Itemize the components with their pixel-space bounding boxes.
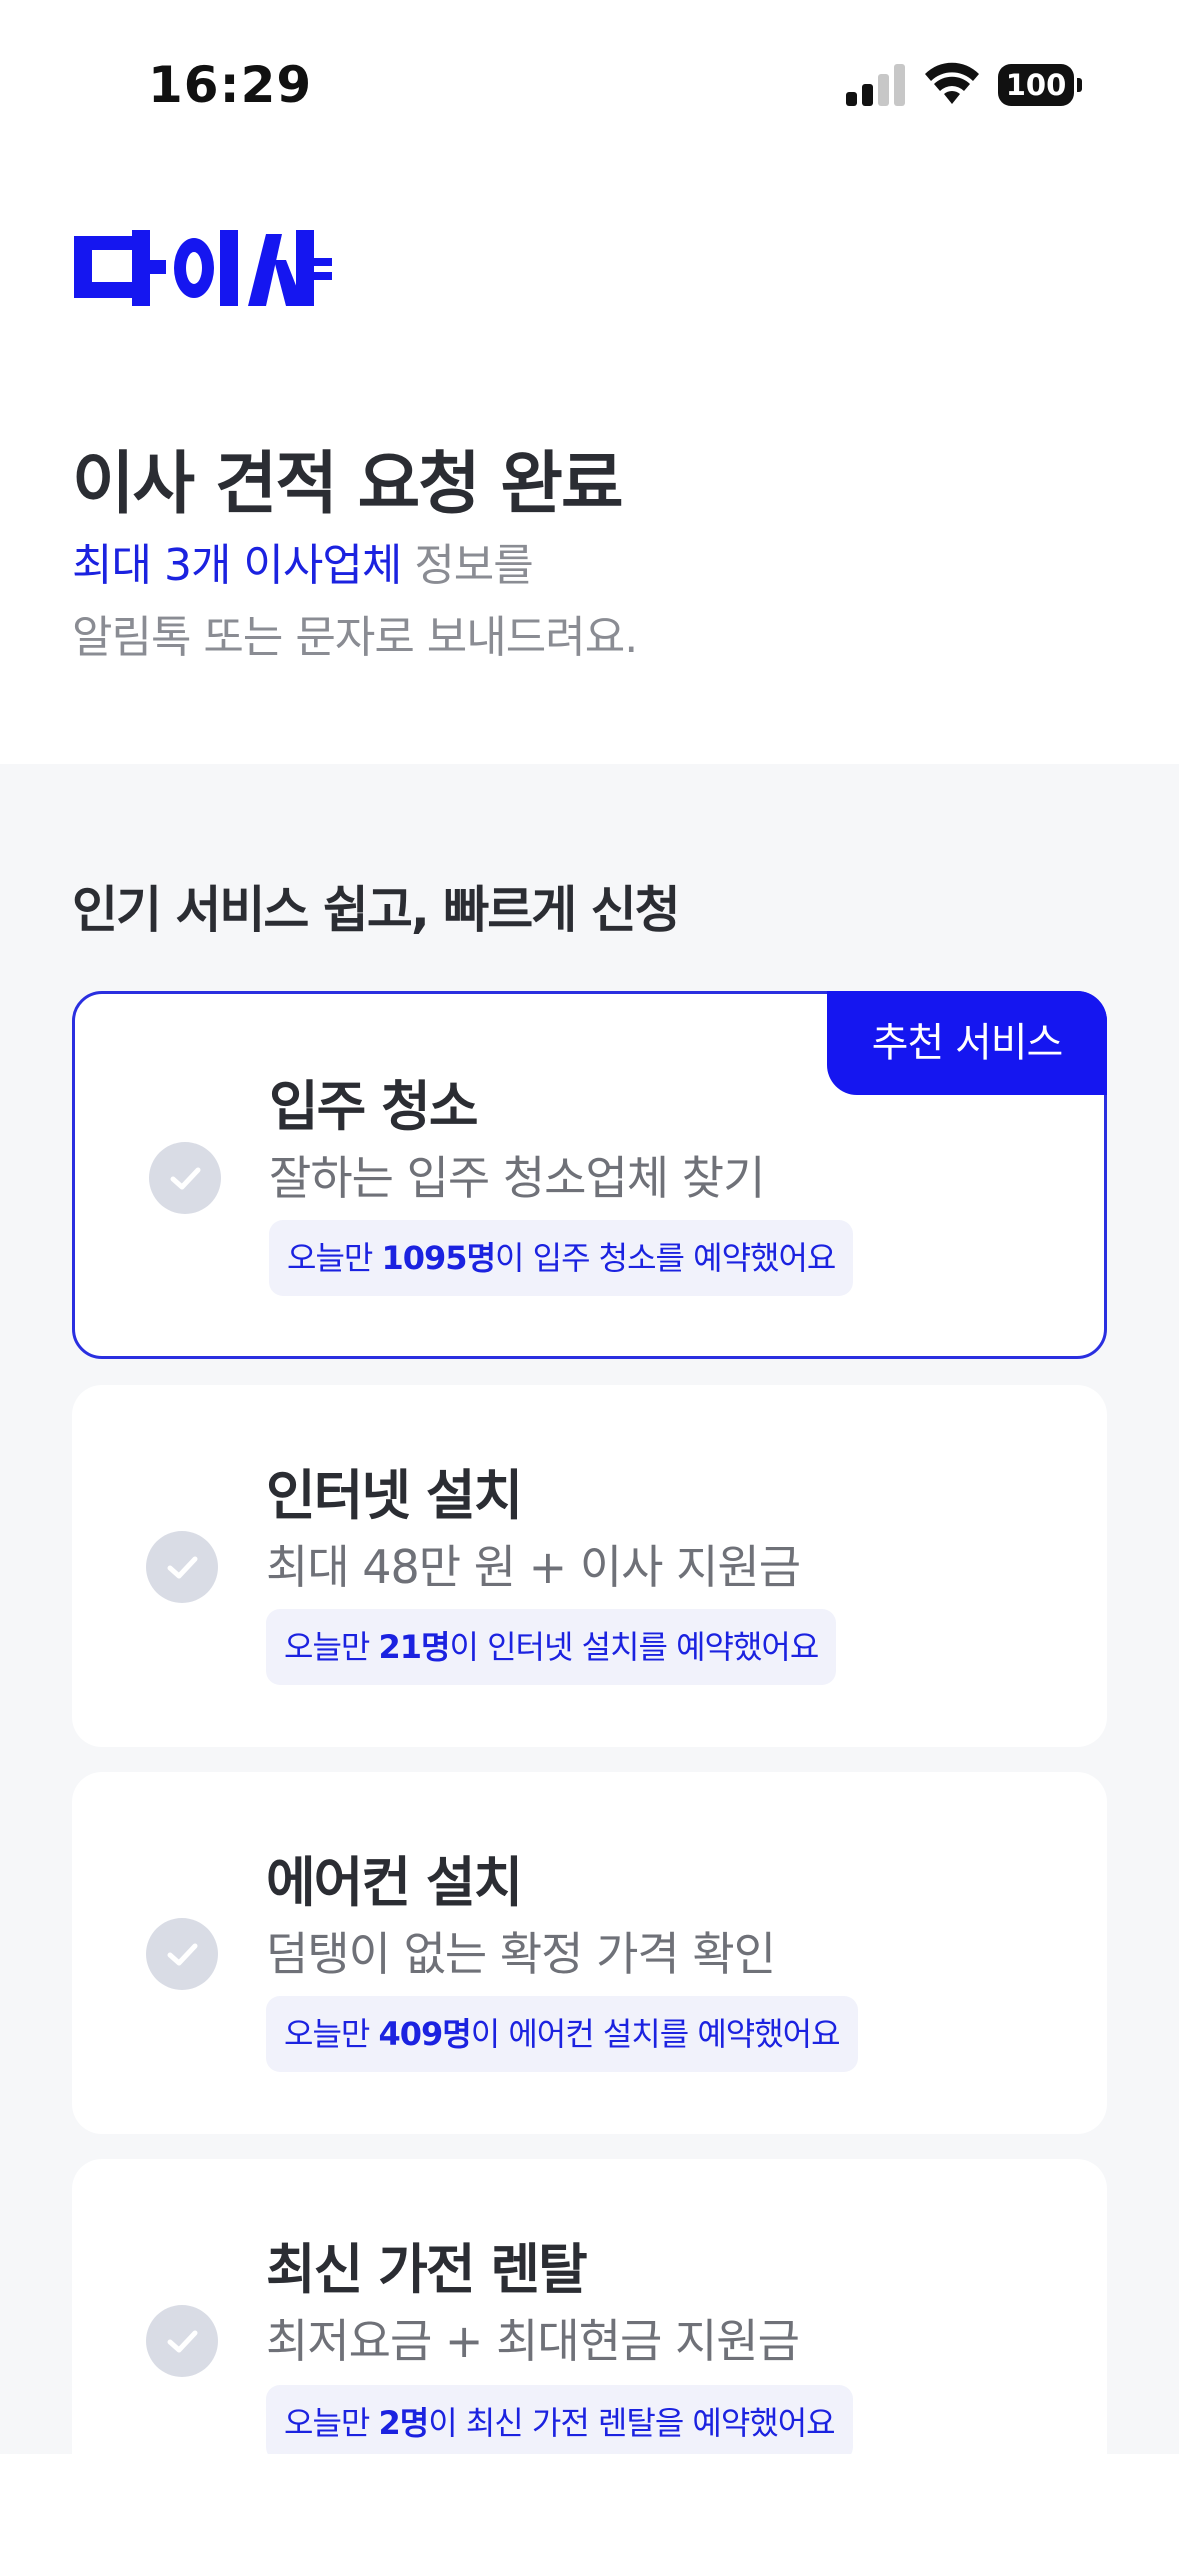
check-icon[interactable] [146,2305,218,2377]
page-title: 이사 견적 요청 완료 [72,445,624,524]
description-rest: 정보를 [401,540,533,591]
booking-count: 1095명 [381,1239,497,1277]
description-accent: 최대 3개 이사업체 [72,540,402,591]
card-booking-note: 오늘만 2명이 최신 가전 렌탈을 예약했어요 [266,2385,853,2454]
description-line-1: 최대 3개 이사업체 정보를 [72,530,637,602]
check-icon[interactable] [146,1531,218,1603]
booking-count: 409명 [378,2015,472,2053]
dahisa-logo [74,230,332,306]
card-booking-note: 오늘만 21명이 인터넷 설치를 예약했어요 [266,1609,837,1685]
card-subtitle: 최대 48만 원 + 이사 지원금 [266,1540,801,1594]
card-booking-note: 오늘만 409명이 에어컨 설치를 예약했어요 [266,1996,858,2072]
service-card-appliance-rental[interactable]: 최신 가전 렌탈 최저요금 + 최대현금 지원금 오늘만 2명이 최신 가전 렌… [72,2159,1107,2454]
section-title: 인기 서비스 쉽고, 빠르게 신청 [72,881,681,939]
check-icon[interactable] [149,1142,221,1214]
booking-count: 21명 [378,1628,451,1666]
wifi-icon [925,62,979,104]
status-bar: 16:29 100 [0,0,1179,150]
card-title: 인터넷 설치 [266,1464,523,1527]
card-title: 에어컨 설치 [266,1851,523,1914]
card-title: 입주 청소 [269,1075,479,1138]
card-subtitle: 최저요금 + 최대현금 지원금 [266,2314,800,2368]
card-subtitle: 잘하는 입주 청소업체 찾기 [269,1151,765,1205]
status-time: 16:29 [148,56,313,114]
booking-count: 2명 [378,2404,430,2442]
description-line-2: 알림톡 또는 문자로 보내드려요. [72,612,638,663]
cellular-signal-icon [846,64,905,106]
card-subtitle: 덤탱이 없는 확정 가격 확인 [266,1927,776,1981]
service-card-internet-installation[interactable]: 인터넷 설치 최대 48만 원 + 이사 지원금 오늘만 21명이 인터넷 설치… [72,1385,1107,1747]
service-card-move-in-cleaning[interactable]: 추천 서비스 입주 청소 잘하는 입주 청소업체 찾기 오늘만 1095명이 입… [72,991,1107,1359]
recommended-badge: 추천 서비스 [827,991,1107,1095]
service-card-aircon-installation[interactable]: 에어컨 설치 덤탱이 없는 확정 가격 확인 오늘만 409명이 에어컨 설치를… [72,1772,1107,2134]
battery-icon: 100 [998,64,1082,106]
header-description: 최대 3개 이사업체 정보를 알림톡 또는 문자로 보내드려요. [72,530,638,674]
card-title: 최신 가전 렌탈 [266,2238,588,2301]
card-booking-note: 오늘만 1095명이 입주 청소를 예약했어요 [269,1220,854,1296]
check-icon[interactable] [146,1918,218,1990]
